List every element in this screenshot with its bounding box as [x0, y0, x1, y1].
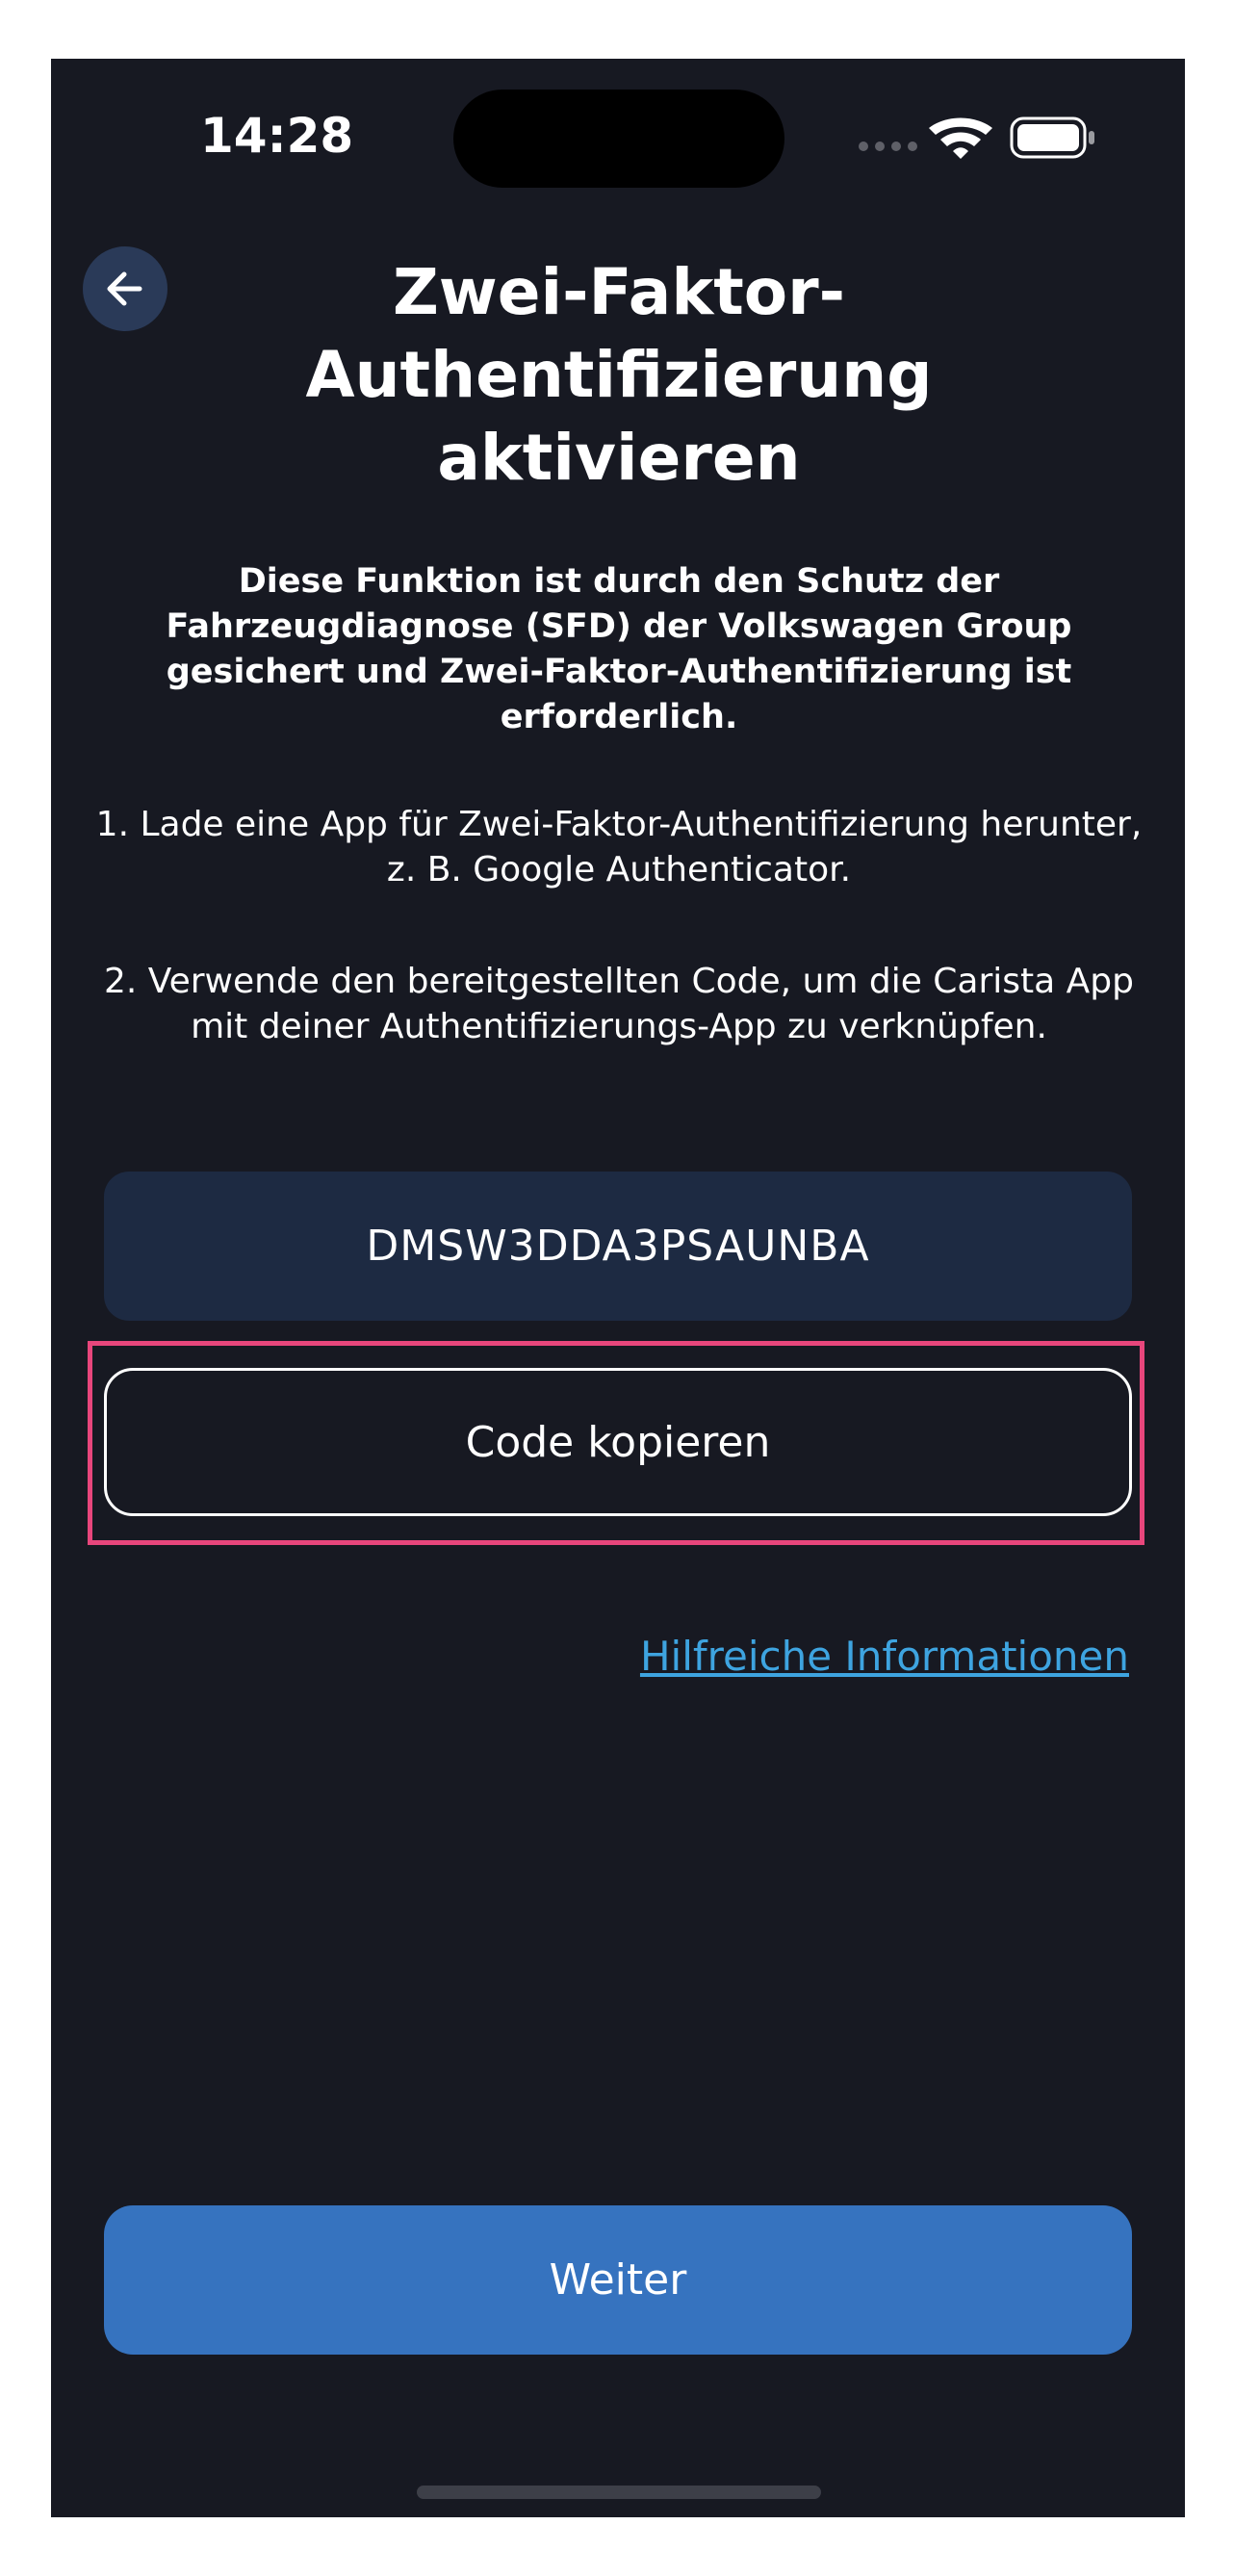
setup-code-display: DMSW3DDA3PSAUNBA: [104, 1172, 1132, 1321]
sfd-notice: Diese Funktion ist durch den Schutz der …: [166, 562, 1072, 736]
app-screen: 14:28 Zwei-Faktor-Authentifizierung akti…: [51, 59, 1185, 2517]
copy-code-button[interactable]: Code kopieren: [104, 1368, 1132, 1516]
cellular-signal-icon: [859, 142, 917, 151]
arrow-left-icon: [107, 271, 142, 306]
wifi-icon: [929, 117, 992, 159]
next-button[interactable]: Weiter: [104, 2205, 1132, 2355]
instruction-step-1: 1. Lade eine App für Zwei-Faktor-Authent…: [95, 805, 1143, 889]
instruction-step-2: 2. Verwende den bereitgestellten Code, u…: [103, 962, 1135, 1046]
page-title: Zwei-Faktor-Authentifizierung aktivieren: [305, 255, 933, 495]
dynamic-island: [453, 90, 784, 188]
status-icons: [854, 113, 1143, 163]
home-indicator[interactable]: [417, 2486, 821, 2499]
status-time: 14:28: [200, 108, 354, 164]
back-button[interactable]: [83, 246, 167, 331]
helpful-info-link[interactable]: Hilfreiche Informationen: [552, 1628, 1129, 1686]
battery-icon: [1010, 116, 1094, 159]
